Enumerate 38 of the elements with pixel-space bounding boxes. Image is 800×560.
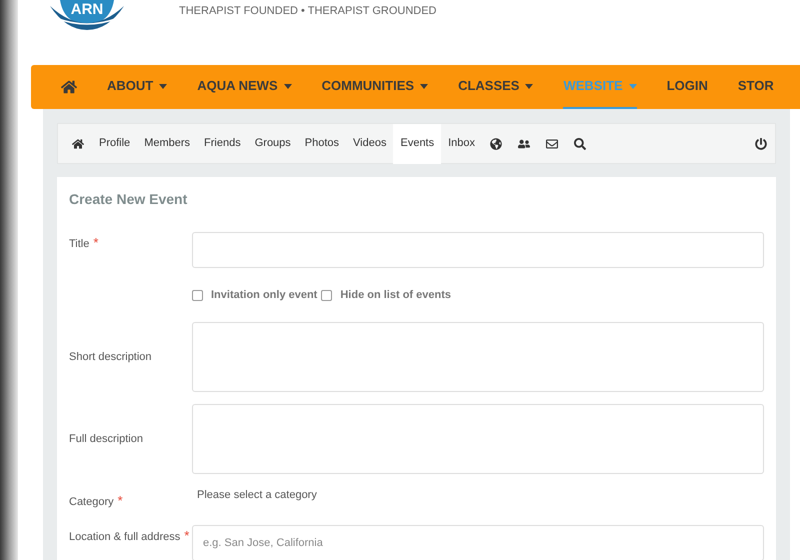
checkbox[interactable] <box>192 290 203 300</box>
caret-icon <box>525 84 534 88</box>
caret-icon <box>159 84 168 88</box>
toolbar-tab[interactable]: Friends <box>197 124 248 164</box>
power-icon[interactable] <box>755 138 767 150</box>
toolbar-tab[interactable]: Inbox <box>441 124 482 164</box>
checkbox-label: Invitation only event <box>211 288 318 303</box>
toolbar-tab[interactable]: Members <box>137 124 198 164</box>
category-select[interactable]: Please select a category <box>192 486 317 504</box>
nav-menu-item[interactable]: STOR <box>738 65 774 109</box>
toolbar-tab[interactable]: Profile <box>92 124 138 164</box>
text-input[interactable]: e.g. San Jose, California <box>192 525 764 560</box>
toolbar-tab[interactable]: Events <box>393 124 442 164</box>
required-mark: * <box>93 235 98 250</box>
required-mark: * <box>118 493 123 508</box>
nav-menu-item[interactable]: CLASSES <box>458 65 534 109</box>
tagline: THERAPIST FOUNDED • THERAPIST GROUNDED <box>179 4 436 19</box>
field-label: Short description <box>69 351 152 363</box>
checkbox[interactable] <box>321 290 332 300</box>
nav-menu-item[interactable]: ABOUT <box>107 65 168 109</box>
caret-icon <box>420 84 428 88</box>
field-label: Title <box>69 238 90 250</box>
nav-menu-item[interactable]: AQUA NEWS <box>197 65 292 109</box>
toolbar-tab[interactable]: Photos <box>298 124 346 164</box>
checkbox-label: Hide on list of events <box>340 288 451 303</box>
field-label: Category <box>69 496 114 508</box>
required-mark: * <box>184 528 190 543</box>
toolbar-tab[interactable]: Groups <box>248 124 298 164</box>
caret-icon <box>628 84 637 88</box>
nav-menu-item[interactable]: LOGIN <box>666 65 708 109</box>
form-title: Create New Event <box>69 190 188 209</box>
nav-menu-item[interactable]: COMMUNITIES <box>322 65 428 109</box>
logo-drawing: ARN <box>48 0 126 30</box>
text-input[interactable] <box>192 232 764 268</box>
caret-icon <box>284 84 292 88</box>
field-label: Full description <box>69 433 143 445</box>
toolbar-tab[interactable]: Videos <box>346 124 394 164</box>
field-label: Location & full address <box>69 531 180 543</box>
